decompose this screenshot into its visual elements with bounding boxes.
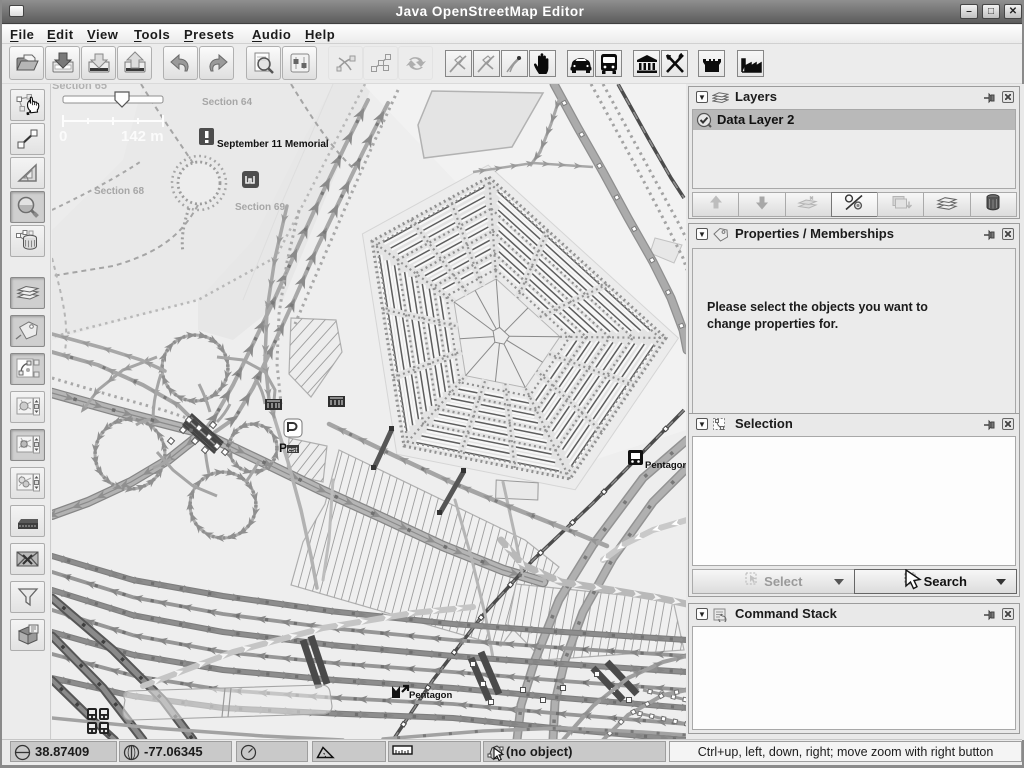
svg-text:P: P: [279, 441, 287, 455]
svg-text:est: est: [288, 447, 297, 454]
svg-text:Section 68: Section 68: [94, 186, 144, 197]
svg-text:Pentagon: Pentagon: [409, 690, 452, 701]
svg-text:Section 69: Section 69: [235, 202, 285, 213]
svg-text:142 m: 142 m: [121, 128, 164, 145]
svg-text:September 11 Memorial: September 11 Memorial: [217, 139, 329, 150]
svg-text:Pentagon: Pentagon: [645, 460, 686, 471]
svg-text:0: 0: [59, 128, 67, 145]
svg-text:Section 64: Section 64: [202, 97, 252, 108]
svg-text:Section 65: Section 65: [52, 84, 107, 92]
